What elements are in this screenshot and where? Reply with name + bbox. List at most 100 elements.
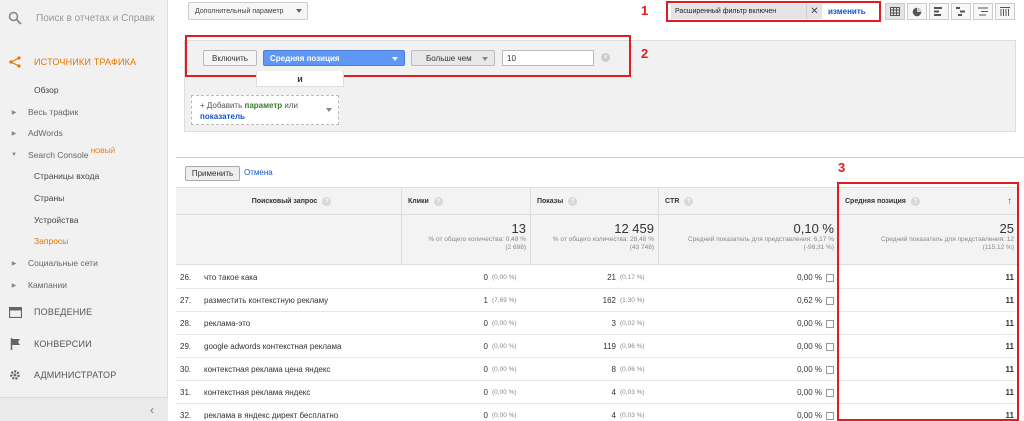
column-header-clicks[interactable]: Клики? [401,188,530,215]
impressions-share: (0,03 %) [620,389,645,396]
chevron-down-icon [326,108,332,112]
columns-icon [1000,7,1010,16]
sidebar-item-devices[interactable]: Устройства [0,214,168,226]
ctr-value: 0,00 % [797,319,822,328]
annotation-number-1: 1 [641,3,649,18]
impressions-cell: 8 (0,06 %) [530,358,654,381]
sidebar-item-overview[interactable]: Обзор [0,84,168,96]
query-link[interactable]: разместить контекстную рекламу [204,289,399,312]
help-icon[interactable]: ? [684,197,694,206]
sidebar-item-label: Социальные сети [28,258,98,268]
sidebar-item-label: Обзор [34,85,59,95]
total-base: (2 698) [505,244,526,251]
total-share: % от общего количества: 28,48 % [552,236,654,243]
sidebar-item-social[interactable]: ▶ Социальные сети [0,257,168,269]
impressions-cell: 119 (0,96 %) [530,335,654,358]
impressions-share: (0,02 %) [620,320,645,327]
row-checkbox[interactable] [826,411,834,420]
row-number: 27. [180,296,192,305]
remove-condition-icon[interactable]: × [601,53,610,62]
impressions-cell: 4 (0,03 %) [530,381,654,404]
query-link[interactable]: контекстная реклама яндекс [204,381,399,404]
sidebar-section-traffic-sources[interactable]: ИСТОЧНИКИ ТРАФИКА [0,54,168,70]
clicks-cell: 0 (0,00 %) [401,335,526,358]
sidebar-section-admin[interactable]: АДМИНИСТРАТОР [0,367,168,383]
table-view-button[interactable] [885,3,905,20]
query-link[interactable]: что такое кака [204,266,399,289]
sidebar-item-adwords[interactable]: ▶ AdWords [0,127,168,139]
secondary-dimension-dropdown[interactable]: Дополнительный параметр [188,2,308,20]
expand-arrow-icon: ▶ [11,109,17,116]
row-checkbox[interactable] [826,365,834,374]
apply-button[interactable]: Применить [185,166,240,181]
impressions-cell: 162 (1,30 %) [530,289,654,312]
query-link[interactable]: реклама-это [204,312,399,335]
ctr-cell: 0,00 % [658,312,834,335]
help-icon[interactable]: ? [568,197,578,206]
filter-value-input[interactable] [502,50,594,66]
edit-filter-link[interactable]: изменить [828,7,866,16]
sidebar-item-search-console[interactable]: ▼ Search Console НОВЫЙ [0,148,168,161]
filter-status-text: Расширенный фильтр включен [671,4,806,19]
query-link[interactable]: google adwords контекстная реклама [204,335,399,358]
term-cloud-view-button[interactable] [973,3,993,20]
add-dimension-or-metric-button[interactable]: + Добавить параметр или показатель [191,95,339,125]
advanced-filter-status: Расширенный фильтр включен ✕ изменить [666,1,881,22]
row-number: 28. [180,319,192,328]
column-header-query[interactable]: Поисковый запрос? [176,188,401,215]
add-param-label: параметр [244,101,283,110]
pie-view-button[interactable] [907,3,927,20]
sidebar-section-behavior[interactable]: ПОВЕДЕНИЕ [0,304,168,320]
cancel-link[interactable]: Отмена [244,168,273,177]
sidebar-section-label: КОНВЕРСИИ [34,339,92,349]
row-checkbox[interactable] [826,296,834,305]
and-connector-tab[interactable]: и [256,71,344,87]
row-number: 30. [180,365,192,374]
sidebar-section-conversions[interactable]: КОНВЕРСИИ [0,336,168,352]
sidebar-item-label: Страницы входа [34,171,100,181]
annotation-number-3: 3 [838,160,846,175]
sidebar-item-label: AdWords [28,128,63,138]
annotation-number-2: 2 [641,46,649,61]
add-or-label: или [282,101,298,110]
pivot-view-button[interactable] [995,3,1015,20]
clicks-share: (0,00 %) [492,412,517,419]
column-header-impressions[interactable]: Показы? [530,188,658,215]
clicks-value: 1 [483,296,488,305]
sidebar-item-label: Устройства [34,215,79,225]
help-icon[interactable]: ? [433,197,443,206]
sidebar-collapse-button[interactable]: ‹ [0,397,168,421]
sidebar-item-campaigns[interactable]: ▶ Кампании [0,279,168,291]
clicks-share: (7,69 %) [492,297,517,304]
filter-dimension-select[interactable]: Средняя позиция [263,50,405,66]
sidebar-item-label: Кампании [28,280,68,290]
sidebar-item-countries[interactable]: Страны [0,192,168,204]
column-header-ctr[interactable]: CTR? [658,188,838,215]
row-checkbox[interactable] [826,342,834,351]
comparison-view-button[interactable] [951,3,971,20]
impressions-cell: 3 (0,02 %) [530,312,654,335]
sidebar-item-queries[interactable]: Запросы [0,235,168,247]
expand-arrow-icon: ▶ [11,130,17,137]
row-checkbox[interactable] [826,319,834,328]
row-checkbox[interactable] [826,388,834,397]
query-link[interactable]: реклама в яндекс директ бесплатно [204,404,399,421]
sidebar-item-landing-pages[interactable]: Страницы входа [0,170,168,182]
ctr-cell: 0,00 % [658,335,834,358]
include-exclude-toggle[interactable]: Включить [203,50,257,66]
row-checkbox[interactable] [826,273,834,282]
total-value: 12 459 [614,221,654,236]
sidebar-search[interactable]: Поиск в отчетах и Справк [0,0,167,36]
performance-view-button[interactable] [929,3,949,20]
sidebar: Поиск в отчетах и Справк ИСТОЧНИКИ ТРАФИ… [0,0,168,421]
ctr-cell: 0,00 % [658,266,834,289]
clear-filter-button[interactable]: ✕ [806,4,822,19]
total-value: 13 [511,221,526,236]
query-link[interactable]: контекстная реклама цена яндекс [204,358,399,381]
filter-operator-select[interactable]: Больше чем [411,50,495,66]
help-icon[interactable]: ? [322,197,332,206]
search-placeholder: Поиск в отчетах и Справк [36,12,155,24]
sidebar-item-all-traffic[interactable]: ▶ Весь трафик [0,106,168,118]
impressions-value: 21 [607,273,616,282]
add-prefix: + Добавить [200,101,245,110]
